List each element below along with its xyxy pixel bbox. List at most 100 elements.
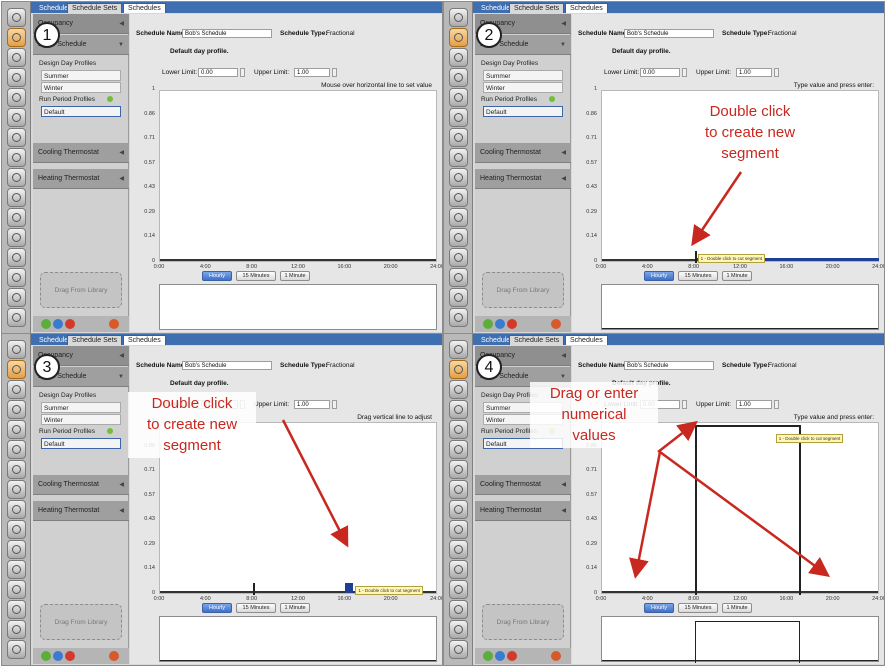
tab-schedules[interactable]: Schedules: [123, 335, 166, 345]
day-profile-plot[interactable]: [159, 90, 437, 262]
interval-button-1-minute[interactable]: 1 Minute: [722, 271, 752, 281]
remove-icon[interactable]: [65, 319, 75, 329]
results-icon[interactable]: [449, 560, 468, 579]
collapse-arrow-icon[interactable]: ◀: [561, 143, 566, 163]
interval-button-1-minute[interactable]: 1 Minute: [722, 603, 752, 613]
facility-icon[interactable]: [7, 440, 26, 459]
settings-icon[interactable]: [7, 620, 26, 639]
collapse-arrow-icon[interactable]: ◀: [561, 14, 566, 34]
profile-overview[interactable]: [601, 284, 879, 330]
lower-limit-stepper[interactable]: [682, 400, 687, 409]
add-icon[interactable]: [483, 651, 493, 661]
space-types-icon[interactable]: [449, 420, 468, 439]
scripts-icon[interactable]: [7, 600, 26, 619]
collapse-arrow-icon[interactable]: ◀: [119, 14, 124, 34]
interval-button-1-minute[interactable]: 1 Minute: [280, 603, 310, 613]
profile-overview[interactable]: [601, 616, 879, 663]
design-day-item[interactable]: Winter: [41, 82, 121, 93]
schedules-icon[interactable]: [7, 360, 26, 379]
site-icon[interactable]: [449, 8, 468, 27]
expand-arrow-icon[interactable]: ▼: [118, 35, 124, 55]
collapse-arrow-icon[interactable]: ◀: [119, 501, 124, 521]
run-icon[interactable]: [449, 208, 468, 227]
drag-from-library-dropzone[interactable]: Drag From Library: [40, 272, 122, 308]
collapse-arrow-icon[interactable]: ◀: [561, 169, 566, 189]
tab-schedule-sets[interactable]: Schedule Sets: [67, 335, 123, 345]
loads-icon[interactable]: [449, 400, 468, 419]
add-profile-icon[interactable]: [107, 428, 113, 435]
remove-icon[interactable]: [507, 319, 517, 329]
segment-divider-8am[interactable]: [694, 425, 697, 595]
profile-baseline[interactable]: [160, 259, 436, 261]
copy-icon[interactable]: [495, 319, 505, 329]
facility-icon[interactable]: [7, 108, 26, 127]
constructions-icon[interactable]: [449, 48, 468, 67]
design-day-item[interactable]: Summer: [41, 70, 121, 81]
spaces-icon[interactable]: [449, 128, 468, 147]
upper-limit-input[interactable]: 1.00: [294, 68, 330, 77]
sidebar-header-heating-thermostat[interactable]: Heating Thermostat ◀: [33, 501, 129, 521]
interval-button-hourly[interactable]: Hourly: [644, 271, 674, 281]
constructions-icon[interactable]: [7, 380, 26, 399]
new-segment-handle[interactable]: [345, 583, 354, 593]
settings-icon[interactable]: [449, 620, 468, 639]
run-icon[interactable]: [449, 540, 468, 559]
schedules-icon[interactable]: [449, 360, 468, 379]
outputs-icon[interactable]: [7, 520, 26, 539]
sidebar-header-cooling-thermostat[interactable]: Cooling Thermostat ◀: [33, 475, 129, 495]
add-icon[interactable]: [41, 319, 51, 329]
loads-icon[interactable]: [7, 400, 26, 419]
add-profile-icon[interactable]: [107, 96, 113, 103]
collapse-arrow-icon[interactable]: ◀: [561, 475, 566, 495]
tab-schedule-sets[interactable]: Schedule Sets: [509, 3, 565, 13]
segment-divider-8am[interactable]: [252, 583, 255, 595]
measures-icon[interactable]: [449, 580, 468, 599]
tab-schedules[interactable]: Schedules: [565, 3, 608, 13]
lower-limit-stepper[interactable]: [682, 68, 687, 77]
sidebar-header-heating-thermostat[interactable]: Heating Thermostat ◀: [475, 501, 571, 521]
lower-limit-input[interactable]: 0.00: [640, 68, 680, 77]
hvac-icon[interactable]: [449, 500, 468, 519]
copy-icon[interactable]: [53, 319, 63, 329]
add-icon[interactable]: [483, 319, 493, 329]
drag-from-library-dropzone[interactable]: Drag From Library: [482, 272, 564, 308]
settings-icon[interactable]: [7, 288, 26, 307]
upper-limit-stepper[interactable]: [774, 400, 779, 409]
thermal-zones-icon[interactable]: [449, 480, 468, 499]
sidebar-header-cooling-thermostat[interactable]: Cooling Thermostat ◀: [33, 143, 129, 163]
spaces-icon[interactable]: [7, 128, 26, 147]
copy-icon[interactable]: [495, 651, 505, 661]
collapse-arrow-icon[interactable]: ◀: [119, 169, 124, 189]
collapse-arrow-icon[interactable]: ◀: [119, 475, 124, 495]
tab-schedules[interactable]: Schedules: [565, 335, 608, 345]
help-icon[interactable]: [449, 640, 468, 659]
add-profile-icon[interactable]: [549, 96, 555, 103]
tab-schedules[interactable]: Schedules: [123, 3, 166, 13]
constructions-icon[interactable]: [7, 48, 26, 67]
collapse-arrow-icon[interactable]: ◀: [119, 346, 124, 366]
run-icon[interactable]: [7, 208, 26, 227]
space-types-icon[interactable]: [7, 88, 26, 107]
lower-limit-input[interactable]: 0.00: [198, 68, 238, 77]
site-icon[interactable]: [7, 340, 26, 359]
space-types-icon[interactable]: [449, 88, 468, 107]
lower-limit-stepper[interactable]: [240, 68, 245, 77]
hvac-icon[interactable]: [7, 500, 26, 519]
interval-button-15-minutes[interactable]: 15 Minutes: [678, 603, 718, 613]
interval-button-1-minute[interactable]: 1 Minute: [280, 271, 310, 281]
sidebar-header-heating-thermostat[interactable]: Heating Thermostat ◀: [475, 169, 571, 189]
interval-button-15-minutes[interactable]: 15 Minutes: [236, 603, 276, 613]
outputs-icon[interactable]: [449, 188, 468, 207]
spaces-icon[interactable]: [449, 460, 468, 479]
schedules-icon[interactable]: [449, 28, 468, 47]
interval-button-15-minutes[interactable]: 15 Minutes: [678, 271, 718, 281]
expand-arrow-icon[interactable]: ▼: [118, 367, 124, 387]
purge-icon[interactable]: [109, 319, 119, 329]
schedule-name-input[interactable]: Bob's Schedule: [624, 29, 714, 38]
tab-schedule-sets[interactable]: Schedule Sets: [509, 335, 565, 345]
thermal-zones-icon[interactable]: [449, 148, 468, 167]
design-day-item[interactable]: Winter: [41, 414, 121, 425]
remove-icon[interactable]: [507, 651, 517, 661]
sidebar-header-cooling-thermostat[interactable]: Cooling Thermostat ◀: [475, 143, 571, 163]
profile-overview[interactable]: [159, 284, 437, 330]
